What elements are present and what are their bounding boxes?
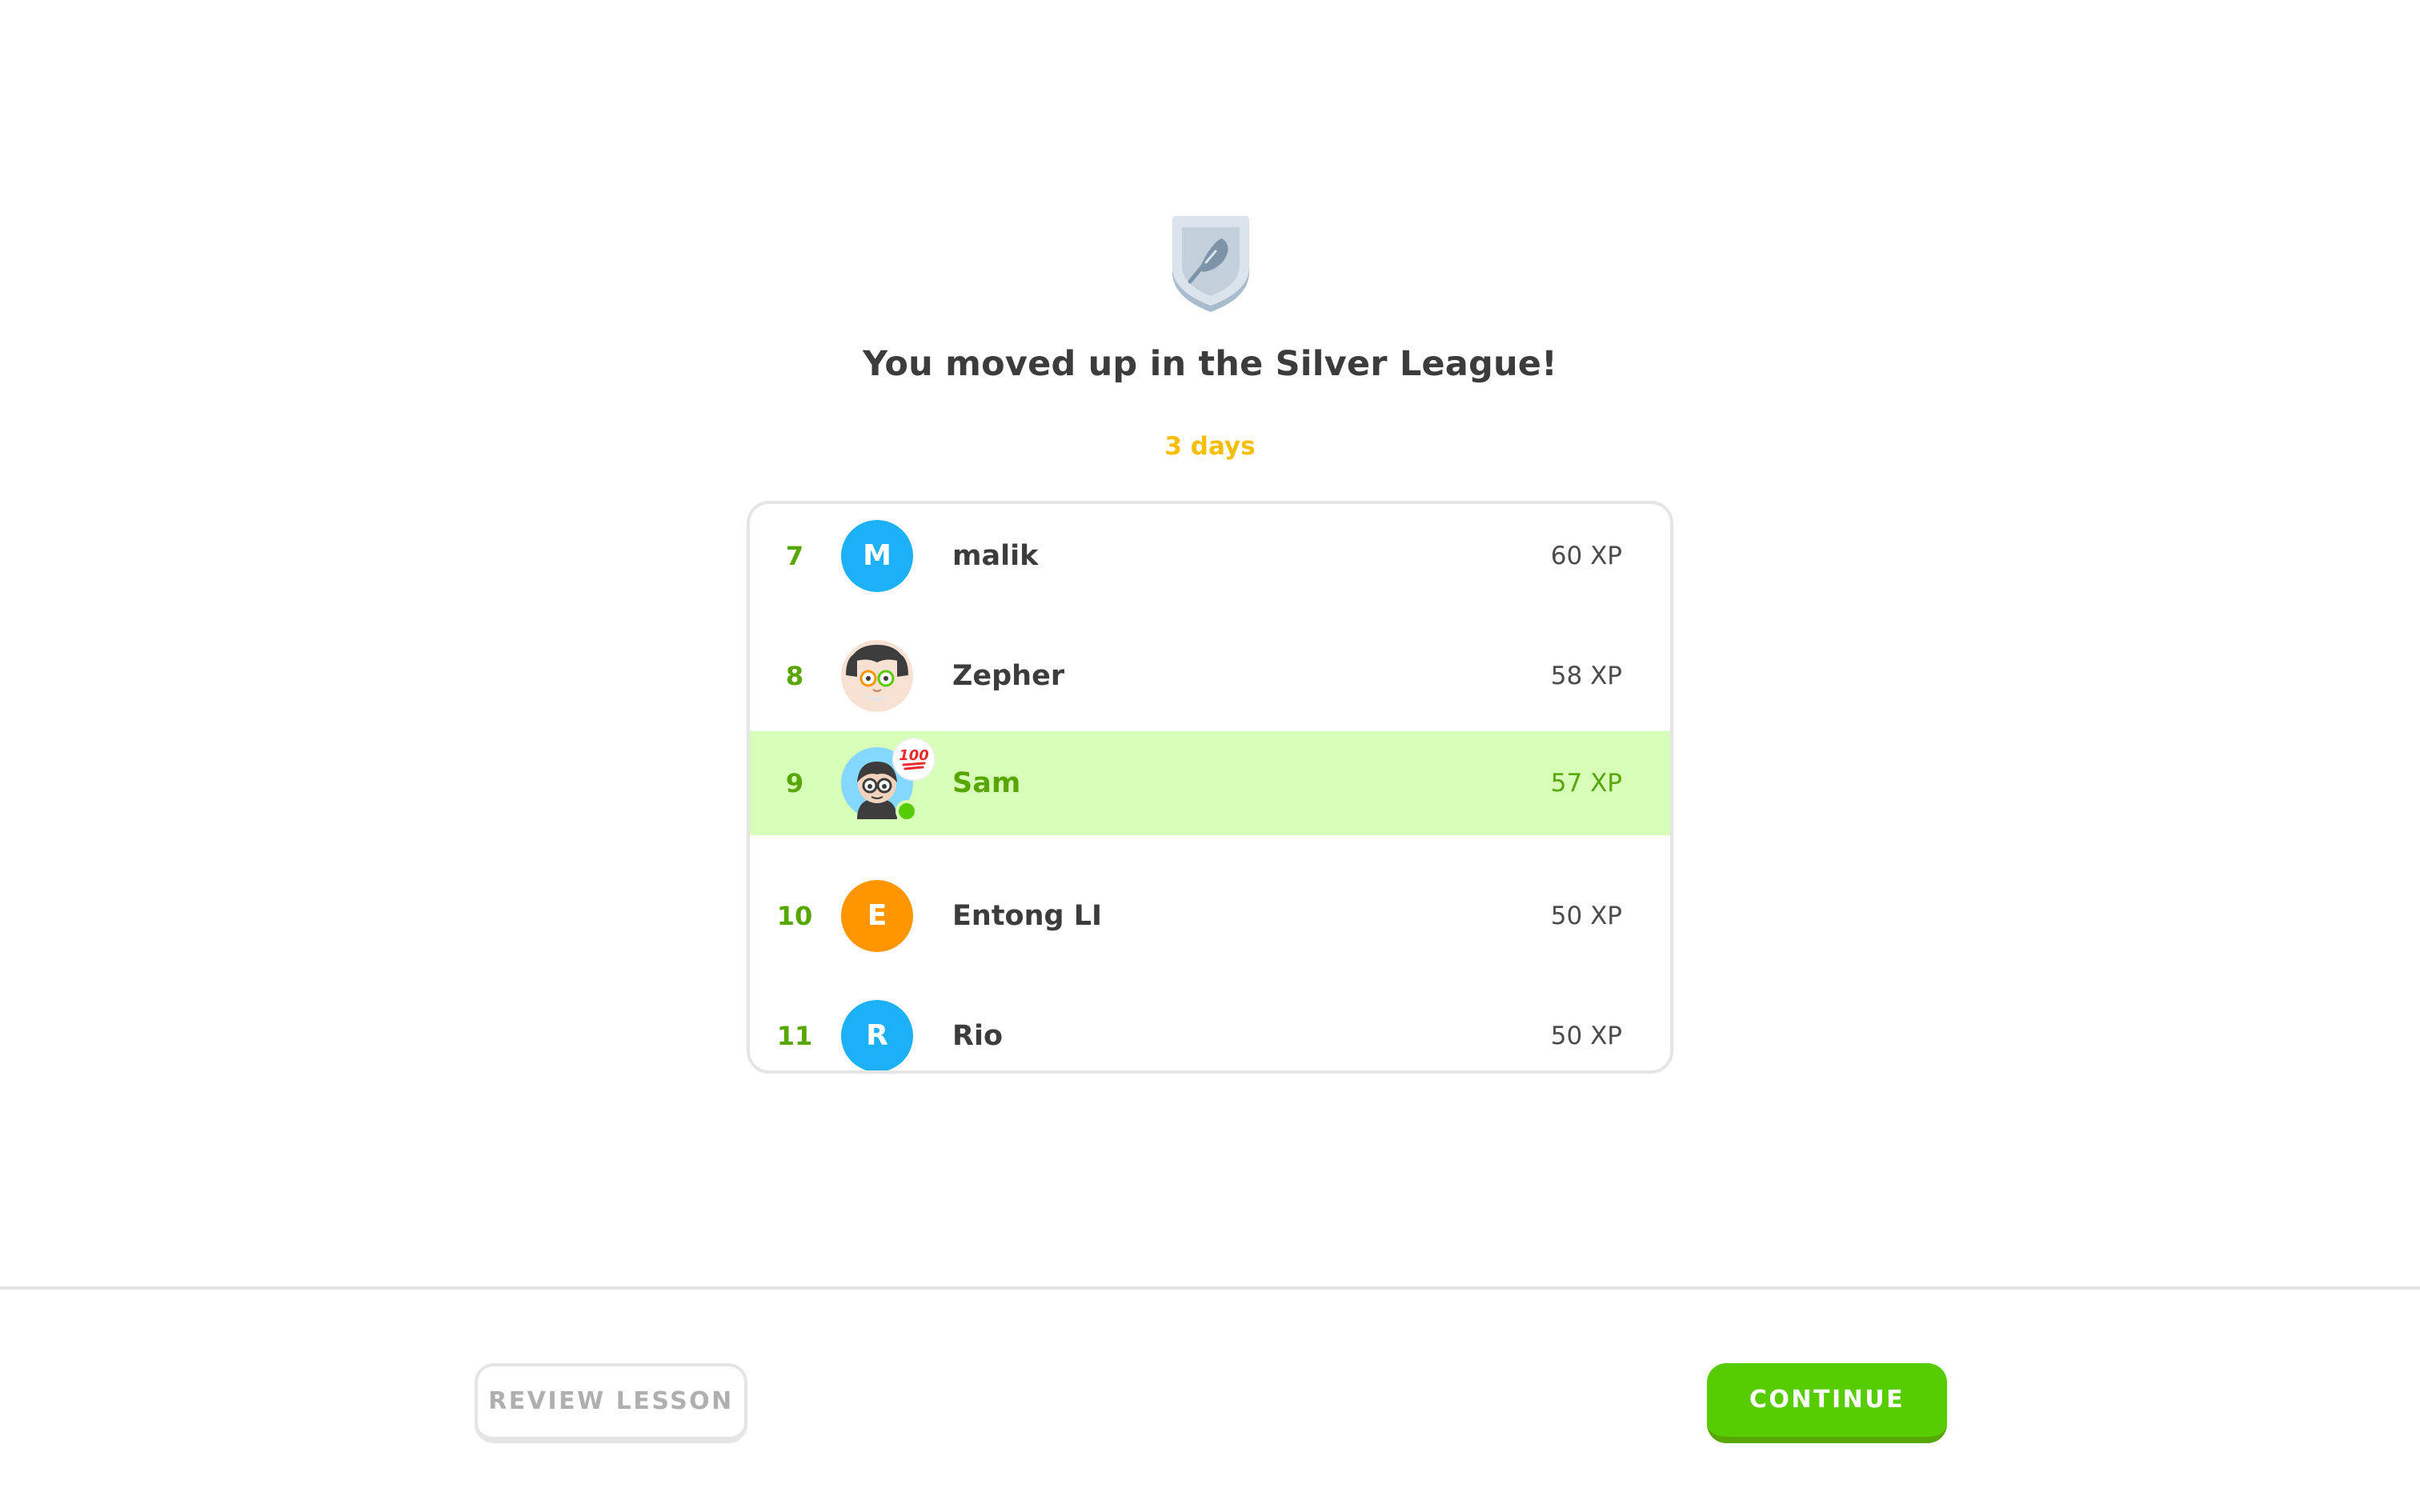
footer-divider bbox=[0, 1286, 2420, 1290]
svg-text:100: 100 bbox=[899, 747, 929, 764]
rank-number: 7 bbox=[785, 541, 804, 571]
user-name: Entong LI bbox=[952, 900, 1103, 932]
rank-number: 8 bbox=[785, 661, 804, 691]
avatar: M bbox=[841, 520, 913, 592]
character-avatar-icon bbox=[841, 640, 913, 712]
user-name: Sam bbox=[952, 767, 1021, 799]
leaderboard: 7 M malik 60 XP 8 Zepher 58 XP 9 100 Sam… bbox=[747, 501, 1673, 1074]
review-lesson-button[interactable]: REVIEW LESSON bbox=[475, 1363, 747, 1443]
rank-number: 10 bbox=[776, 901, 813, 931]
leaderboard-row[interactable]: 7 M malik 60 XP bbox=[750, 504, 1670, 608]
leaderboard-row-current-user[interactable]: 9 100 Sam 57 XP bbox=[750, 731, 1670, 835]
leaderboard-row[interactable]: 10 E Entong LI 50 XP bbox=[750, 864, 1670, 968]
rank-number: 11 bbox=[776, 1021, 813, 1051]
league-time-left: 3 days bbox=[1164, 432, 1256, 461]
leaderboard-row[interactable]: 8 Zepher 58 XP bbox=[750, 624, 1670, 728]
user-name: malik bbox=[952, 540, 1039, 572]
leaderboard-row[interactable]: 11 R Rio 50 XP bbox=[750, 984, 1670, 1070]
hundred-points-emoji-icon: 100 bbox=[894, 739, 934, 779]
continue-button[interactable]: CONTINUE bbox=[1707, 1363, 1947, 1443]
user-name: Zepher bbox=[952, 660, 1065, 692]
user-name: Rio bbox=[952, 1020, 1003, 1052]
league-title: You moved up in the Silver League! bbox=[863, 344, 1557, 384]
avatar: E bbox=[841, 880, 913, 952]
avatar: R bbox=[841, 1000, 913, 1070]
user-xp: 58 XP bbox=[1550, 662, 1622, 690]
user-xp: 50 XP bbox=[1550, 1022, 1622, 1050]
league-promotion-screen: You moved up in the Silver League! 3 day… bbox=[0, 0, 2420, 1512]
user-xp: 50 XP bbox=[1550, 902, 1622, 930]
user-xp: 60 XP bbox=[1550, 542, 1622, 570]
silver-league-badge-icon bbox=[1166, 214, 1256, 314]
user-xp: 57 XP bbox=[1550, 769, 1622, 798]
online-status-indicator bbox=[895, 800, 918, 822]
rank-number: 9 bbox=[785, 768, 804, 798]
